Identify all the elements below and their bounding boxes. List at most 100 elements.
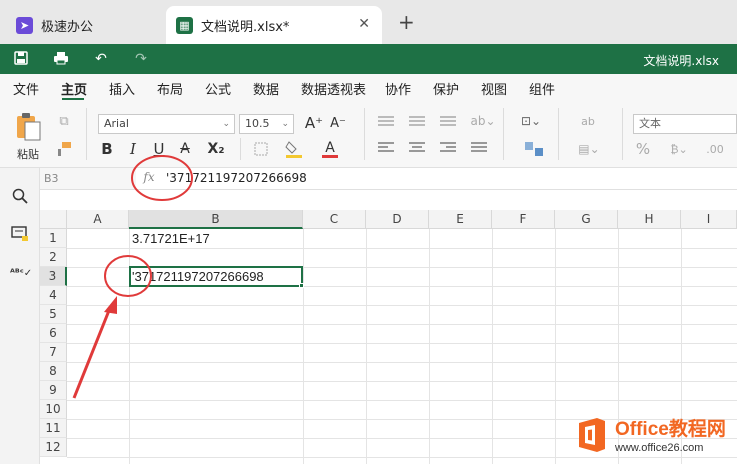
fill-handle[interactable] [299,283,304,288]
copy-icon[interactable]: ⧉ [55,112,73,130]
font-grow-button[interactable]: A⁺ [304,113,324,133]
undo-icon[interactable]: ↶ [92,51,110,67]
menu-file[interactable]: 文件 [13,79,39,98]
menu-home[interactable]: 主页 [61,79,87,98]
row-header[interactable]: 5 [40,305,67,324]
menu-layout[interactable]: 布局 [157,79,183,98]
cell-format-icon[interactable]: ▤⌄ [578,140,600,158]
row-header[interactable]: 7 [40,343,67,362]
tab-home[interactable]: ➤ 极速办公 [6,6,162,44]
align-bottom-icon[interactable] [439,114,457,128]
wrap-text-icon[interactable]: ⊡⌄ [514,112,548,130]
font-color-icon[interactable]: A [318,138,342,160]
gridline [67,362,737,363]
align-center-icon[interactable] [408,140,426,154]
gridline [429,229,430,464]
column-header[interactable]: D [366,210,429,229]
close-icon[interactable]: ✕ [358,16,370,32]
font-color-swatch [322,154,338,158]
formula-input[interactable]: '371721197207266698 [166,171,307,185]
strikethrough-button[interactable]: A [176,140,194,158]
menu-pivot-table[interactable]: 数据透视表 [301,79,366,98]
separator [86,108,87,160]
cell-b1[interactable]: 3.71721E+17 [132,231,210,246]
font-name-value: Arial [104,117,129,130]
row-header[interactable]: 11 [40,419,67,438]
text-orientation-icon[interactable]: ab⌄ [470,112,496,130]
gridline [67,400,737,401]
format-painter-icon[interactable] [55,140,73,158]
spreadsheet-icon: ▦ [176,16,193,34]
spellcheck-icon[interactable]: ᴬᴮᶜ✓ [10,264,32,284]
menu-insert[interactable]: 插入 [109,79,135,98]
number-format-select[interactable]: 文本 [633,114,737,134]
name-box[interactable]: B3 [40,168,136,189]
gridline [129,229,130,464]
align-middle-icon[interactable] [408,114,426,128]
column-header[interactable]: F [492,210,555,229]
row-header[interactable]: 6 [40,324,67,343]
save-icon[interactable] [12,51,30,67]
column-header[interactable]: G [555,210,618,229]
borders-icon[interactable] [250,140,272,158]
row-header[interactable]: 4 [40,286,67,305]
underline-button[interactable]: U [150,140,168,158]
separator [622,108,623,160]
font-name-select[interactable]: Arial ⌄ [98,114,235,134]
cell-b3[interactable]: '371721197207266698 [132,269,264,284]
percent-button[interactable]: % [634,140,652,158]
menu-data[interactable]: 数据 [253,79,279,98]
bold-button[interactable]: B [98,140,116,158]
gridline [555,229,556,464]
comment-icon[interactable] [10,226,30,246]
column-header[interactable]: B [129,210,303,229]
row-header[interactable]: 10 [40,400,67,419]
watermark-url: www.office26.com [615,442,704,454]
separator [503,108,504,160]
select-all-corner[interactable] [40,210,67,229]
menu-collaborate[interactable]: 协作 [385,79,411,98]
clear-format-icon[interactable]: ab [578,112,598,130]
column-header[interactable]: C [303,210,366,229]
column-header[interactable]: A [67,210,129,229]
gridline [366,229,367,464]
number-format-value: 文本 [639,117,661,130]
new-tab-button[interactable]: + [398,12,415,32]
left-sidebar: ᴬᴮᶜ✓ [0,168,40,464]
font-shrink-button[interactable]: A⁻ [328,113,348,133]
row-header[interactable]: 2 [40,248,67,267]
align-left-icon[interactable] [377,140,395,154]
search-icon[interactable] [10,188,30,208]
decimal-icon[interactable]: .00 [700,140,730,158]
tab-document[interactable]: ▦ 文档说明.xlsx* ✕ [166,6,382,44]
menu-bar: 文件 主页 插入 布局 公式 数据 数据透视表 协作 保护 视图 组件 [0,74,737,100]
justify-icon[interactable] [470,140,488,154]
function-icon[interactable]: fx [140,170,158,188]
row-header[interactable]: 8 [40,362,67,381]
row-header[interactable]: 12 [40,438,67,457]
menu-view[interactable]: 视图 [481,79,507,98]
column-header[interactable]: E [429,210,492,229]
menu-formula[interactable]: 公式 [205,79,231,98]
paste-icon[interactable] [14,112,44,142]
print-icon[interactable] [52,51,70,67]
align-right-icon[interactable] [439,140,457,154]
fill-color-icon[interactable] [282,138,306,160]
row-header[interactable]: 9 [40,381,67,400]
redo-icon[interactable]: ↷ [132,51,150,67]
column-header[interactable]: H [618,210,681,229]
row-header[interactable]: 1 [40,229,67,248]
paste-label: 粘贴 [17,148,39,161]
menu-plugins[interactable]: 组件 [529,79,555,98]
align-top-icon[interactable] [377,114,395,128]
currency-icon[interactable]: ₿⌄ [664,140,694,158]
italic-button[interactable]: I [124,140,142,158]
font-size-select[interactable]: 10.5 ⌄ [239,114,294,134]
subscript-button[interactable]: X₂ [202,140,230,158]
gridline [67,343,737,344]
menu-protect[interactable]: 保护 [433,79,459,98]
merge-cells-icon[interactable] [520,140,550,158]
row-header[interactable]: 3 [40,267,67,286]
gridline [67,324,737,325]
column-header[interactable]: I [681,210,737,229]
